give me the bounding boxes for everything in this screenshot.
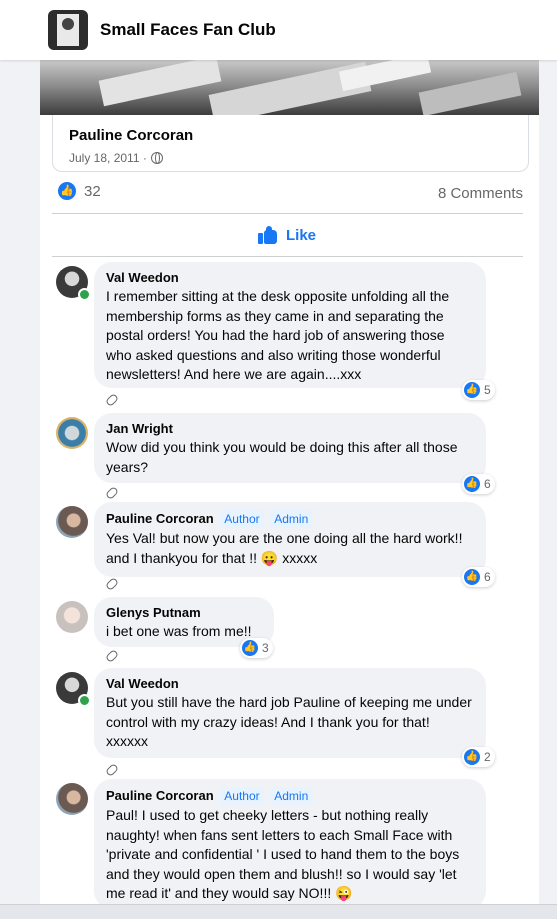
link-icon [104, 392, 120, 408]
comment-bubble: Pauline Corcoran Author Admin Paul! I us… [94, 779, 486, 909]
thumbs-up-icon [258, 226, 278, 244]
comment-bubble: Jan Wright Wow did you think you would b… [94, 413, 486, 483]
avatar[interactable] [56, 783, 88, 815]
like-reaction-icon: 👍 [58, 182, 76, 200]
author-badge[interactable]: Author [220, 510, 264, 528]
shared-post-attribution[interactable]: Pauline Corcoran July 18, 2011 · [52, 115, 529, 172]
shared-author-name[interactable]: Pauline Corcoran [69, 127, 193, 144]
like-reaction-icon: 👍 [464, 569, 480, 585]
admin-badge[interactable]: Admin [270, 510, 313, 528]
like-button[interactable]: Like [258, 223, 316, 247]
comments-count[interactable]: 8 Comments [438, 185, 523, 202]
comment-text: Wow did you think you would be doing thi… [106, 439, 458, 475]
comment-reactions[interactable]: 👍 5 [462, 380, 495, 400]
divider [52, 213, 523, 214]
admin-badge[interactable]: Admin [270, 787, 313, 805]
comment-reactions[interactable]: 👍 3 [240, 638, 273, 658]
avatar[interactable] [56, 506, 88, 538]
comment-author[interactable]: Val Weedon [106, 676, 474, 692]
like-button-label: Like [286, 226, 317, 244]
comment-text: i bet one was from me!! [106, 623, 252, 639]
comment-author[interactable]: Jan Wright [106, 421, 474, 437]
window-bottom-edge [0, 904, 557, 919]
like-reaction-icon: 👍 [464, 476, 480, 492]
divider [52, 256, 523, 257]
link-icon [104, 648, 120, 664]
comment-bubble: Val Weedon But you still have the hard j… [94, 668, 486, 758]
post-reactions[interactable]: 👍 32 [58, 182, 101, 204]
comment-text: I remember sitting at the desk opposite … [106, 288, 450, 382]
online-status-dot [78, 288, 91, 301]
avatar[interactable] [56, 417, 88, 449]
reaction-count: 32 [84, 182, 101, 200]
online-status-dot [78, 694, 91, 707]
post-photo[interactable] [40, 60, 539, 115]
group-name[interactable]: Small Faces Fan Club [100, 20, 276, 40]
author-badge[interactable]: Author [220, 787, 264, 805]
like-reaction-icon: 👍 [464, 749, 480, 765]
comment-bubble: Val Weedon I remember sitting at the des… [94, 262, 486, 388]
group-header: Small Faces Fan Club [0, 0, 557, 60]
comment-text: But you still have the hard job Pauline … [106, 694, 472, 749]
comment-reactions[interactable]: 👍 6 [462, 474, 495, 494]
group-avatar[interactable] [48, 10, 88, 50]
comment-bubble: Pauline Corcoran Author Admin Yes Val! b… [94, 502, 486, 577]
avatar[interactable] [56, 601, 88, 633]
comment-text: Paul! I used to get cheeky letters - but… [106, 807, 460, 901]
shared-post-date[interactable]: July 18, 2011 · [69, 151, 163, 165]
comment-text: Yes Val! but now you are the one doing a… [106, 530, 463, 566]
comment-author[interactable]: Pauline Corcoran Author Admin [106, 787, 474, 805]
globe-icon [150, 152, 163, 164]
comment-reactions[interactable]: 👍 2 [462, 747, 495, 767]
link-icon [104, 762, 120, 778]
link-icon [104, 576, 120, 592]
link-icon [104, 485, 120, 501]
comment-reactions[interactable]: 👍 6 [462, 567, 495, 587]
like-reaction-icon: 👍 [242, 640, 258, 656]
comment-author[interactable]: Pauline Corcoran Author Admin [106, 510, 474, 528]
like-reaction-icon: 👍 [464, 382, 480, 398]
post-card: Pauline Corcoran July 18, 2011 · 👍 32 8 C… [40, 60, 539, 918]
comment-author[interactable]: Val Weedon [106, 270, 474, 286]
comment-author[interactable]: Glenys Putnam [106, 605, 262, 621]
